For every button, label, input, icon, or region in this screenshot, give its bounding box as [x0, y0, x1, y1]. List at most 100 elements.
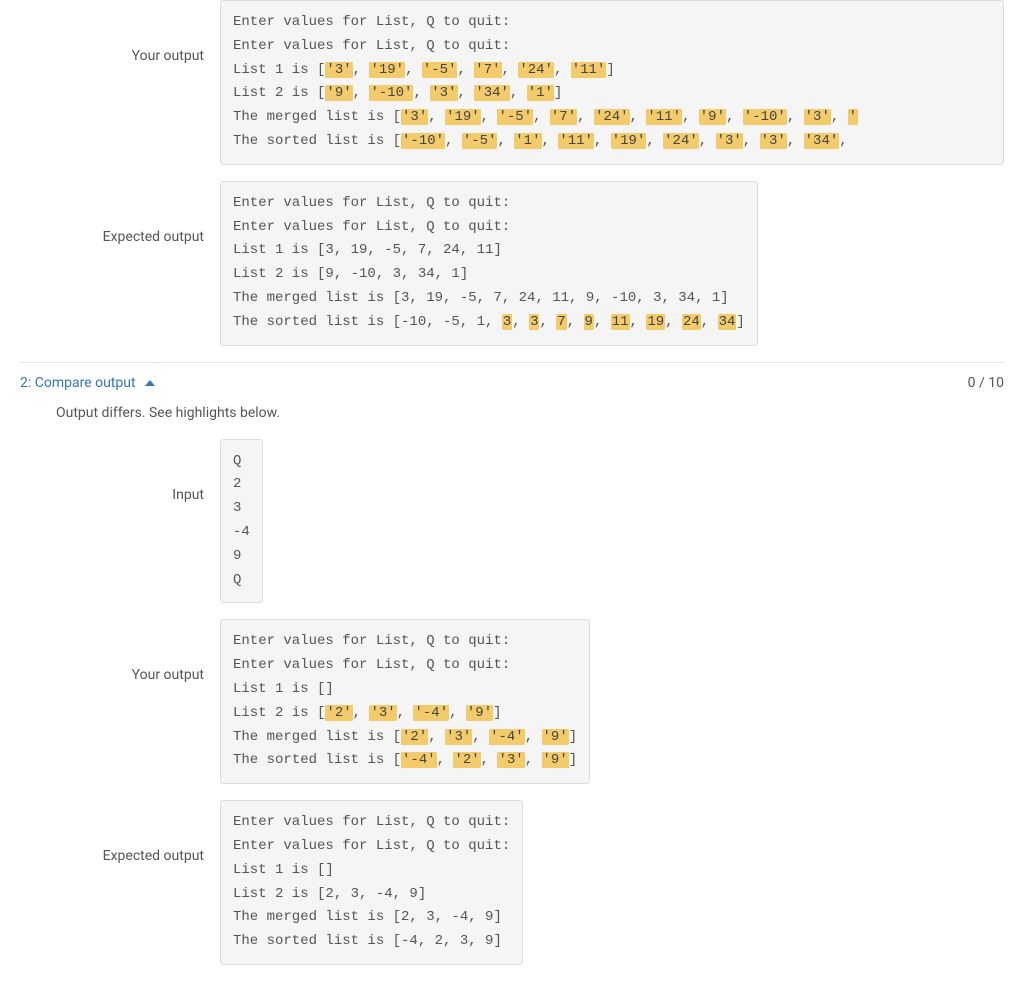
test1-expected-output-row: Expected output Enter values for List, Q… — [20, 181, 1004, 346]
test1-your-output-row: Your output Enter values for List, Q to … — [20, 0, 1004, 165]
code-text: The merged list is [ — [233, 729, 401, 745]
code-text: , — [428, 729, 445, 745]
highlighted-text: '11' — [571, 62, 607, 78]
code-text: , — [502, 62, 519, 78]
highlighted-text: '19' — [445, 109, 481, 125]
highlighted-text: '9' — [466, 705, 493, 721]
output-differs-msg: Output differs. See highlights below. — [20, 399, 1004, 439]
input-code: Q 2 3 -4 9 Q — [220, 439, 263, 604]
code-text: , — [726, 109, 743, 125]
code-text: , — [512, 314, 529, 330]
code-text: Q — [233, 453, 241, 469]
highlighted-text: '3' — [369, 705, 396, 721]
your-output-label-2: Your output — [20, 619, 220, 683]
highlighted-text: 7 — [556, 314, 566, 330]
highlighted-text: '24' — [518, 62, 554, 78]
code-text: The merged list is [2, 3, -4, 9] — [233, 909, 502, 925]
highlighted-text: 24 — [682, 314, 701, 330]
highlighted-text: '3' — [430, 85, 457, 101]
code-text: , — [701, 314, 718, 330]
highlighted-text: '34' — [804, 133, 840, 149]
highlighted-text: '3' — [445, 729, 472, 745]
code-text: , — [594, 314, 611, 330]
code-text: , — [510, 85, 527, 101]
code-text: , — [594, 133, 611, 149]
highlighted-text: '-5' — [422, 62, 458, 78]
code-text: Enter values for List, Q to quit: — [233, 219, 510, 235]
highlighted-text: '2' — [325, 705, 352, 721]
code-text: , — [481, 109, 498, 125]
highlighted-text: '19' — [369, 62, 405, 78]
highlighted-text: '-4' — [413, 705, 449, 721]
code-text: , — [472, 729, 489, 745]
code-text: ] — [493, 705, 501, 721]
section-2-header[interactable]: 2: Compare output 0 / 10 — [20, 362, 1004, 399]
chevron-up-icon — [145, 380, 155, 386]
code-text: , — [449, 705, 466, 721]
code-text: , — [577, 109, 594, 125]
code-text: , — [787, 133, 804, 149]
input-content: Q 2 3 -4 9 Q — [220, 439, 1004, 604]
highlighted-text: '-5' — [462, 133, 498, 149]
highlighted-text: '3' — [804, 109, 831, 125]
code-text: The merged list is [ — [233, 109, 401, 125]
highlighted-text: '3' — [760, 133, 787, 149]
highlighted-text: '11' — [646, 109, 682, 125]
highlighted-text: 3 — [529, 314, 539, 330]
code-text: , — [445, 133, 462, 149]
highlighted-text: '3' — [325, 62, 352, 78]
code-text: , — [831, 109, 848, 125]
code-text: List 1 is [] — [233, 862, 334, 878]
highlighted-text: '1' — [514, 133, 541, 149]
code-text: 9 — [233, 548, 241, 564]
code-text: , — [353, 705, 370, 721]
highlighted-text: '2' — [401, 729, 428, 745]
highlighted-text: '11' — [558, 133, 594, 149]
code-text: , — [682, 109, 699, 125]
highlighted-text: '24' — [594, 109, 630, 125]
expected-output-label: Expected output — [20, 181, 220, 245]
highlighted-text: '3' — [716, 133, 743, 149]
highlighted-text: 9 — [584, 314, 594, 330]
highlighted-text: ' — [848, 109, 858, 125]
highlighted-text: '-10' — [401, 133, 445, 149]
code-text: , — [497, 133, 514, 149]
code-text: List 2 is [ — [233, 705, 325, 721]
highlighted-text: '3' — [497, 752, 524, 768]
highlighted-text: '-4' — [489, 729, 525, 745]
code-text: , — [567, 314, 584, 330]
your-output-code[interactable]: Enter values for List, Q to quit: Enter … — [220, 0, 1004, 165]
your-output-content: Enter values for List, Q to quit: Enter … — [220, 0, 1004, 165]
code-text: Enter values for List, Q to quit: — [233, 195, 510, 211]
code-text: ] — [569, 729, 577, 745]
highlighted-text: '7' — [550, 109, 577, 125]
code-text: List 2 is [ — [233, 85, 325, 101]
code-text: List 1 is [] — [233, 681, 334, 697]
page-root: Your output Enter values for List, Q to … — [0, 0, 1024, 1001]
highlighted-text: 34 — [718, 314, 737, 330]
highlighted-text: 11 — [611, 314, 630, 330]
highlighted-text: '-4' — [401, 752, 437, 768]
highlighted-text: '1' — [527, 85, 554, 101]
code-text: , — [542, 133, 559, 149]
highlighted-text: '19' — [611, 133, 647, 149]
highlighted-text: '2' — [453, 752, 480, 768]
code-text: , — [525, 752, 542, 768]
code-text: Enter values for List, Q to quit: — [233, 814, 510, 830]
code-text: List 1 is [ — [233, 62, 325, 78]
code-text: , — [554, 62, 571, 78]
highlighted-text: '-10' — [743, 109, 787, 125]
expected-output-code: Enter values for List, Q to quit: Enter … — [220, 181, 758, 346]
code-text: Enter values for List, Q to quit: — [233, 633, 510, 649]
section-2-score: 0 / 10 — [968, 375, 1004, 391]
highlighted-text: '7' — [474, 62, 501, 78]
code-text: , — [457, 62, 474, 78]
code-text: , — [353, 62, 370, 78]
code-text: ] — [554, 85, 562, 101]
your-output-code-2: Enter values for List, Q to quit: Enter … — [220, 619, 590, 784]
highlighted-text: '9' — [542, 752, 569, 768]
expected-output-code-2: Enter values for List, Q to quit: Enter … — [220, 800, 523, 965]
code-text: Enter values for List, Q to quit: — [233, 14, 510, 30]
test2-expected-output-row: Expected output Enter values for List, Q… — [20, 800, 1004, 965]
code-text: , — [630, 314, 647, 330]
